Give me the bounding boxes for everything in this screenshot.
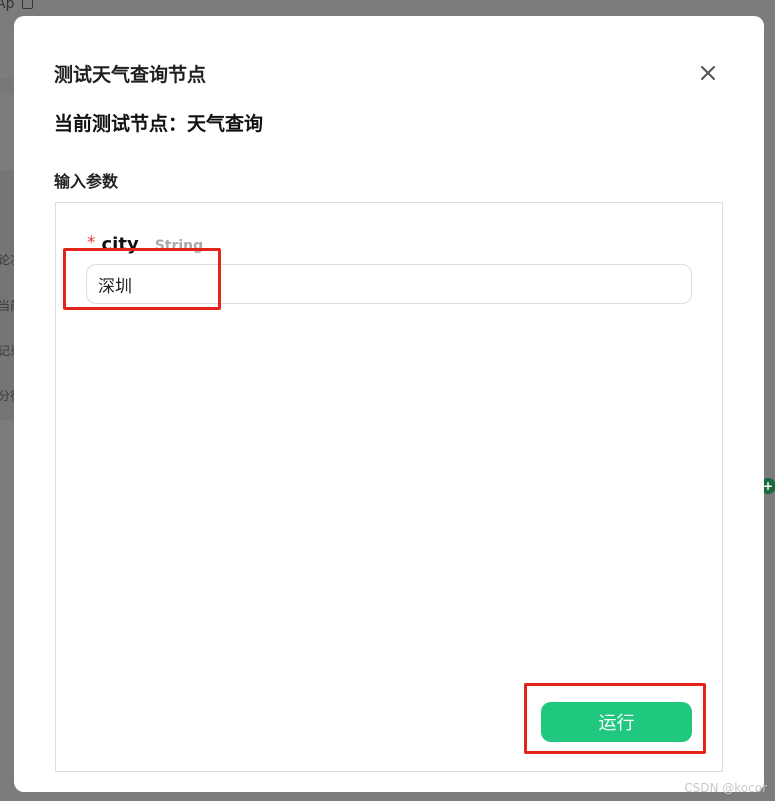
background-fragment: Ap (0, 0, 15, 12)
run-button[interactable]: 运行 (541, 702, 692, 742)
input-params-label: 输入参数 (54, 172, 119, 191)
field-label: * city String (87, 233, 203, 255)
test-node-dialog: 测试天气查询节点 当前测试节点：天气查询 输入参数 *city String 运行 (14, 16, 764, 792)
watermark: CSDN @kocor (684, 781, 767, 795)
current-node-label: 当前测试节点：天气查询 (54, 113, 264, 135)
dialog-title: 测试天气查询节点 (54, 64, 207, 86)
required-mark: * (87, 233, 96, 253)
city-input[interactable] (86, 264, 692, 304)
field-type: String (154, 238, 204, 254)
field-name: city (101, 234, 139, 255)
close-button[interactable] (697, 62, 719, 84)
copy-icon (22, 0, 33, 9)
close-icon (701, 66, 715, 80)
params-panel: *city String 运行 (55, 202, 723, 772)
